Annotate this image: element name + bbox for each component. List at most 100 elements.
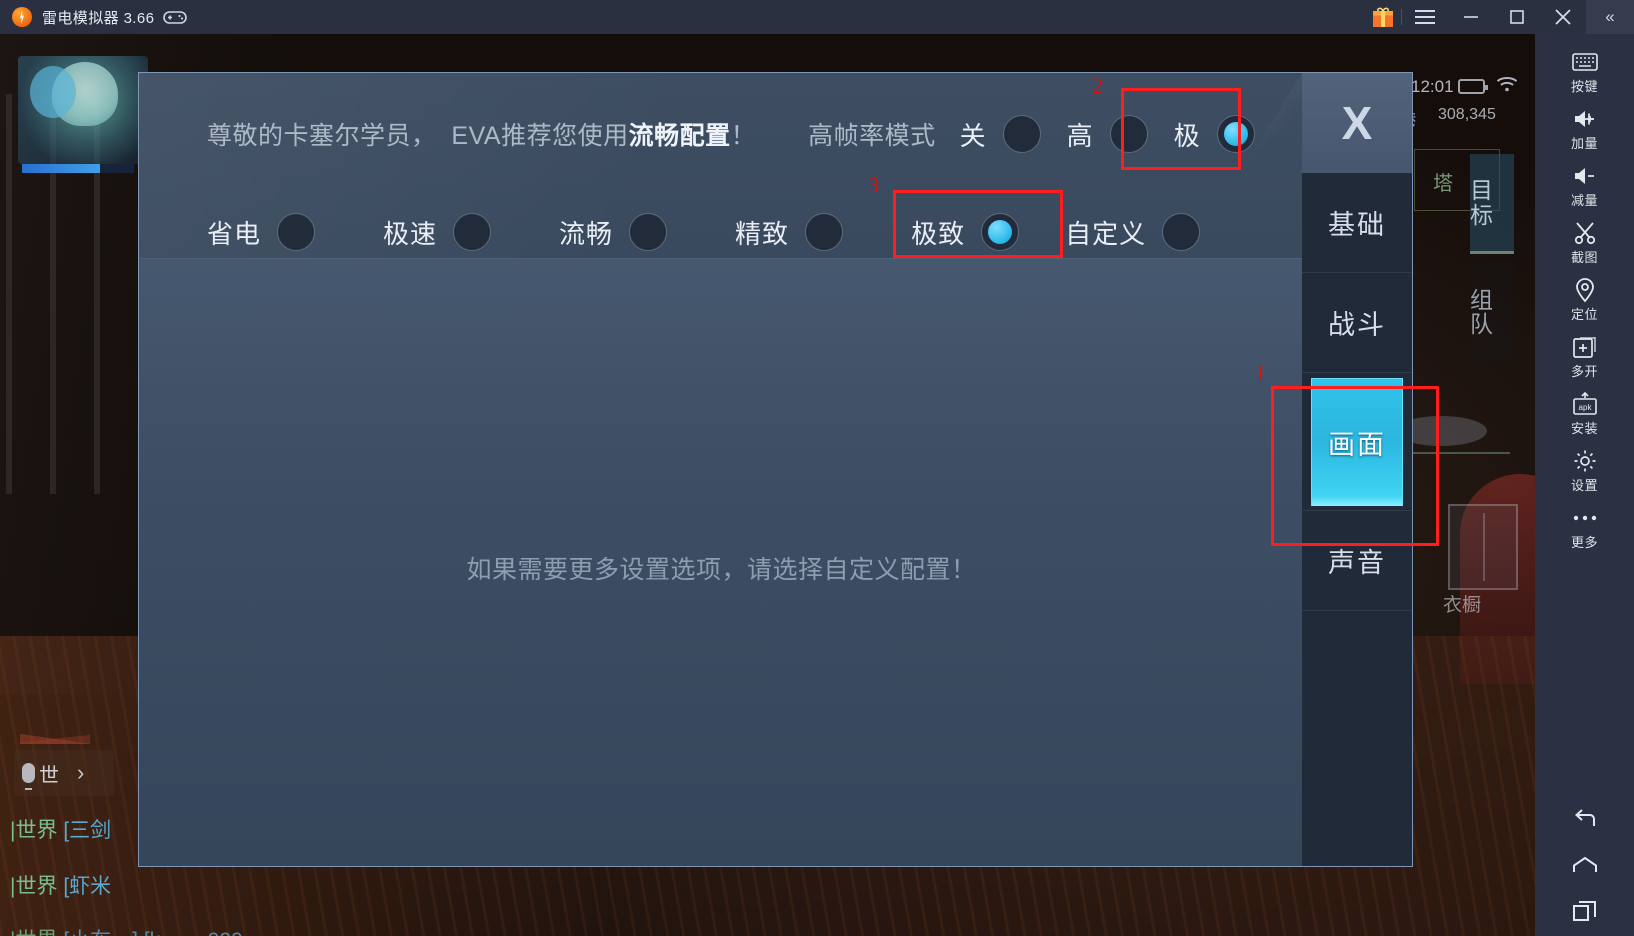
game-currency: 308,345	[1438, 106, 1496, 123]
multi-instance-icon	[1572, 335, 1597, 359]
player-hp-bar	[22, 164, 134, 173]
game-button-target-label: 目标	[1470, 177, 1494, 228]
sidebar-item-install-apk[interactable]: apk 安装	[1535, 386, 1634, 443]
annotation-number-3: 3	[868, 172, 879, 197]
gamepad-icon[interactable]	[163, 9, 188, 25]
ldplayer-logo-icon	[12, 7, 32, 27]
tower-label: 塔	[1433, 173, 1453, 195]
dialog-tab-sound[interactable]: 声音	[1302, 511, 1412, 611]
chat-message-row[interactable]: |世界 [虾米	[10, 870, 111, 900]
fps-settings-row: 尊敬的卡塞尔学员， EVA推荐您使用流畅配置！ 高帧率模式 关 高 极	[139, 115, 1304, 153]
game-button-target[interactable]: 目标	[1470, 154, 1514, 254]
quality-option-ultra[interactable]: 极致	[911, 213, 1020, 251]
apk-install-icon: apk	[1572, 392, 1598, 416]
quality-option-ultra-label: 极致	[911, 218, 966, 249]
sidebar-item-volume-up-label: 加量	[1570, 136, 1598, 151]
fps-option-extreme-label: 极	[1173, 120, 1201, 151]
sidebar-item-multi-instance-label: 多开	[1570, 364, 1598, 379]
microphone-icon	[22, 763, 35, 790]
sidebar-item-keymapping[interactable]: 按键	[1535, 44, 1634, 101]
dialog-tab-combat[interactable]: 战斗	[1302, 273, 1412, 373]
dialog-close-button[interactable]: X	[1302, 73, 1412, 173]
dialog-tab-column: X 基础 战斗 画面 声音	[1302, 73, 1412, 866]
dialog-hint-text: 如果需要更多设置选项，请选择自定义配置！	[466, 556, 977, 584]
chat-message-row[interactable]: |世界 [小布…] [k… ∞ 999…	[10, 924, 264, 936]
sidebar-nav-group	[1535, 808, 1634, 936]
recents-icon	[1572, 900, 1598, 922]
quality-option-ultra-radio[interactable]	[981, 213, 1020, 251]
quality-option-speed[interactable]: 极速	[383, 213, 492, 251]
chevron-right-icon[interactable]: ›	[77, 760, 84, 786]
close-icon[interactable]	[1540, 0, 1586, 34]
sidebar-item-volume-down[interactable]: 减量	[1535, 158, 1634, 215]
sidebar-item-volume-up[interactable]: 加量	[1535, 101, 1634, 158]
game-button-team[interactable]: 组队	[1470, 262, 1514, 362]
quality-option-smooth-radio[interactable]	[629, 213, 668, 251]
quality-option-speed-radio[interactable]	[453, 213, 492, 251]
fps-option-extreme[interactable]: 极	[1174, 115, 1255, 153]
quality-option-fine[interactable]: 精致	[735, 213, 844, 251]
nav-back-button[interactable]	[1535, 808, 1634, 830]
sidebar-item-screenshot[interactable]: 截图	[1535, 215, 1634, 272]
status-time: 12:01	[1411, 77, 1454, 96]
location-pin-icon	[1575, 277, 1595, 302]
wardrobe-object[interactable]	[1448, 504, 1518, 590]
quality-option-speed-label: 极速	[383, 218, 438, 249]
recommendation-bold: 流畅配置	[628, 122, 731, 150]
quality-option-fine-radio[interactable]	[805, 213, 844, 251]
sidebar-item-more[interactable]: 更多	[1535, 500, 1634, 557]
chat-message-row[interactable]: |世界 [三剑	[10, 814, 111, 844]
wardrobe-label: 衣橱	[1443, 595, 1482, 616]
nav-home-button[interactable]	[1535, 856, 1634, 874]
fps-option-high[interactable]: 高	[1067, 115, 1148, 153]
sidebar-item-volume-down-label: 减量	[1570, 193, 1598, 208]
dialog-body: 如果需要更多设置选项，请选择自定义配置！	[139, 258, 1304, 866]
quality-option-powersave-radio[interactable]	[277, 213, 316, 251]
fps-option-off-radio[interactable]	[1002, 115, 1041, 153]
fps-option-high-radio[interactable]	[1109, 115, 1148, 153]
quality-option-smooth[interactable]: 流畅	[559, 213, 668, 251]
chat-message-text: [三剑	[63, 819, 112, 842]
chat-voice-button[interactable]: 世 ›	[14, 750, 114, 796]
chat-channel-tag: |世界	[10, 819, 58, 842]
sidebar-item-more-label: 更多	[1570, 535, 1598, 550]
hamburger-menu-icon[interactable]	[1402, 0, 1448, 34]
gift-icon[interactable]	[1365, 0, 1401, 34]
volume-down-icon	[1571, 164, 1599, 188]
emulator-sidebar: 按键 加量 减量 截图 定位 多开 apk 安装 设置 更多	[1535, 34, 1634, 936]
quality-option-powersave[interactable]: 省电	[207, 213, 316, 251]
sidebar-item-screenshot-label: 截图	[1570, 250, 1598, 265]
window-titlebar: 雷电模拟器 3.66 «	[0, 0, 1634, 34]
sidebar-item-settings[interactable]: 设置	[1535, 443, 1634, 500]
quality-option-custom-radio[interactable]	[1162, 213, 1201, 251]
dialog-tab-basic[interactable]: 基础	[1302, 173, 1412, 273]
graphics-settings-dialog: 尊敬的卡塞尔学员， EVA推荐您使用流畅配置！ 高帧率模式 关 高 极 省电 极…	[138, 72, 1413, 867]
recommendation-prefix: 尊敬的卡塞尔学员，	[207, 122, 437, 150]
recommendation-text: 尊敬的卡塞尔学员， EVA推荐您使用流畅配置！	[207, 116, 756, 152]
annotation-number-1: 1	[1255, 360, 1266, 385]
sidebar-item-multi-instance[interactable]: 多开	[1535, 329, 1634, 386]
battery-icon	[1458, 79, 1488, 94]
quality-option-custom[interactable]: 自定义	[1065, 213, 1201, 251]
dialog-tab-graphics[interactable]: 画面	[1311, 377, 1403, 506]
fps-option-off[interactable]: 关	[960, 115, 1041, 153]
recommendation-suffix: ！	[730, 122, 757, 150]
dialog-tab-graphics-wrap: 画面	[1302, 373, 1412, 511]
sidebar-item-location-label: 定位	[1570, 307, 1598, 322]
chat-channel-tag: |世界	[10, 929, 57, 936]
maximize-icon[interactable]	[1494, 0, 1540, 34]
quality-option-fine-label: 精致	[735, 218, 790, 249]
more-dots-icon	[1572, 506, 1598, 530]
sidebar-item-location[interactable]: 定位	[1535, 272, 1634, 329]
quality-option-powersave-label: 省电	[207, 218, 262, 249]
collapse-sidebar-icon[interactable]: «	[1586, 0, 1634, 34]
recommendation-mid: EVA推荐您使用	[451, 122, 629, 150]
minimize-icon[interactable]	[1448, 0, 1494, 34]
home-icon	[1572, 856, 1598, 874]
keyboard-icon	[1571, 50, 1598, 74]
fps-option-extreme-radio[interactable]	[1216, 115, 1255, 153]
fps-option-high-label: 高	[1066, 120, 1094, 151]
player-avatar[interactable]	[18, 56, 148, 164]
nav-recents-button[interactable]	[1535, 900, 1634, 922]
chat-message-text: [虾米	[63, 875, 112, 898]
